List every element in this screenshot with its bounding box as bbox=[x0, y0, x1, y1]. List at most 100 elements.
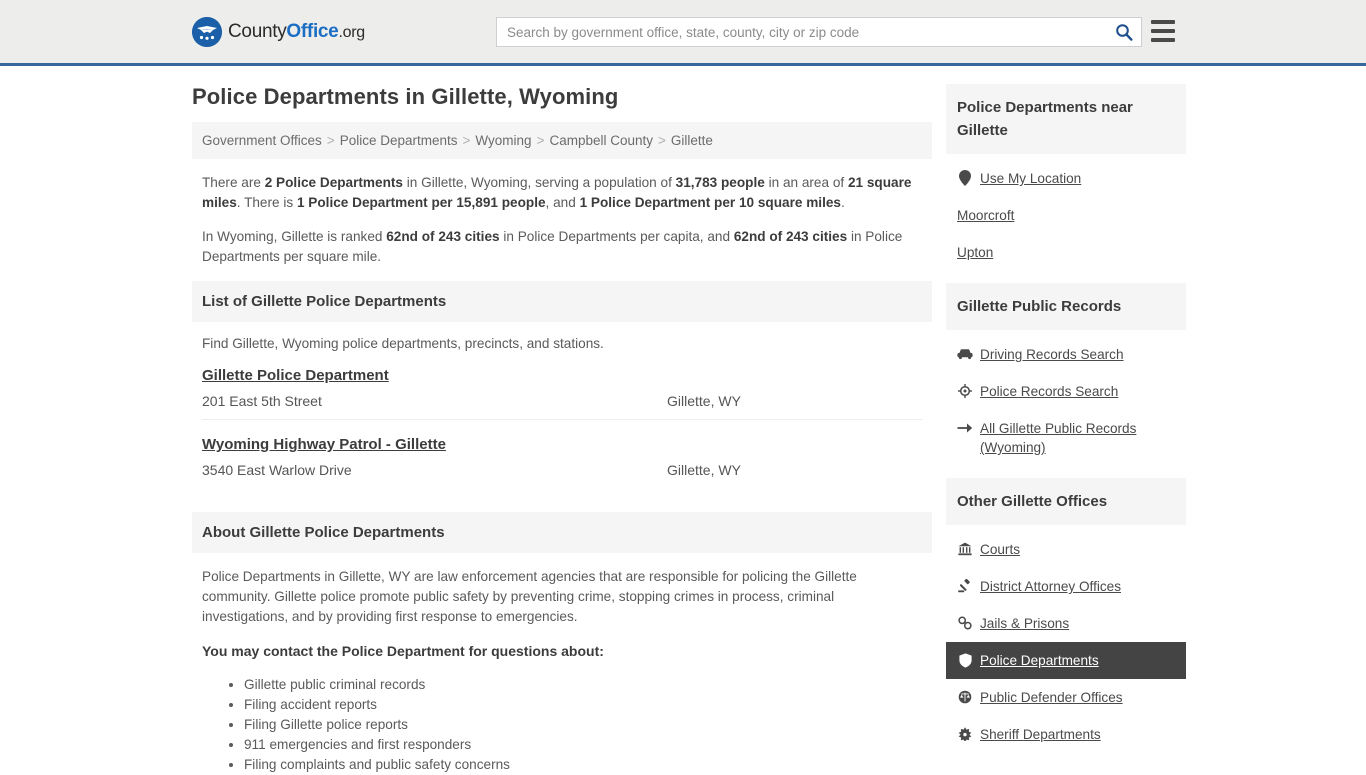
about-section-heading: About Gillette Police Departments bbox=[192, 512, 932, 553]
hamburger-menu-icon[interactable] bbox=[1151, 20, 1175, 42]
sidebar-link-sheriff-departments[interactable]: Sheriff Departments bbox=[946, 716, 1186, 753]
sidebar-link-label: All Gillette Public Records (Wyoming) bbox=[980, 421, 1137, 455]
about-bullet-item: Filing accident reports bbox=[244, 695, 922, 715]
stat-text: in an area of bbox=[764, 175, 848, 190]
breadcrumb-item-3[interactable]: Wyoming bbox=[475, 133, 531, 148]
police-department-list: Gillette Police Department 201 East 5th S… bbox=[192, 351, 932, 488]
handcuffs-icon bbox=[957, 614, 973, 632]
stat-highlight: 2 Police Departments bbox=[264, 175, 403, 190]
panel-public-records-links: Driving Records Search Police Records Sea… bbox=[946, 330, 1186, 472]
breadcrumb-item-2[interactable]: Police Departments bbox=[340, 133, 458, 148]
list-item-details: 3540 East Warlow Drive Gillette, WY bbox=[202, 462, 922, 478]
main-content: Police Departments in Gillette, Wyoming … bbox=[192, 84, 932, 775]
sidebar-link-upton[interactable]: Upton bbox=[946, 234, 1186, 271]
sidebar-link-public-defender-offices[interactable]: Public Defender Offices bbox=[946, 679, 1186, 716]
list-item-address: 201 East 5th Street bbox=[202, 393, 322, 409]
list-item-name-link[interactable]: Gillette Police Department bbox=[202, 367, 389, 384]
sidebar-link-district-attorney-offices[interactable]: District Attorney Offices bbox=[946, 568, 1186, 605]
sidebar-link-driving-records-search[interactable]: Driving Records Search bbox=[946, 336, 1186, 373]
stat-highlight: 62nd of 243 cities bbox=[733, 229, 848, 244]
panel-public-records-heading: Gillette Public Records bbox=[946, 283, 1186, 330]
gavel-icon bbox=[957, 577, 973, 595]
sidebar-link-label: Upton bbox=[957, 245, 994, 260]
stat-text: , and bbox=[545, 195, 580, 210]
sidebar-link-use-my-location[interactable]: Use My Location bbox=[946, 160, 1186, 197]
search-bar[interactable] bbox=[496, 17, 1142, 47]
stat-text: in Police Departments per capita, and bbox=[499, 229, 734, 244]
panel-other-offices-heading: Other Gillette Offices bbox=[946, 478, 1186, 525]
page-title: Police Departments in Gillette, Wyoming bbox=[192, 84, 619, 109]
sidebar-link-label: Police Departments bbox=[980, 653, 1099, 668]
stat-highlight: 31,783 people bbox=[675, 175, 765, 190]
sidebar-link-moorcroft[interactable]: Moorcroft bbox=[946, 197, 1186, 234]
list-item-address: 3540 East Warlow Drive bbox=[202, 462, 352, 478]
site-logo[interactable]: CountyOffice.org bbox=[192, 16, 365, 47]
breadcrumb-item-5[interactable]: Gillette bbox=[671, 133, 713, 148]
panel-nearby: Police Departments near Gillette Use My … bbox=[946, 84, 1186, 277]
stat-highlight: 1 Police Department per 10 square miles bbox=[579, 195, 841, 210]
about-contact-heading: You may contact the Police Department fo… bbox=[202, 643, 604, 659]
sidebar-link-label: Sheriff Departments bbox=[980, 727, 1101, 742]
about-bullet-item: Filing complaints and public safety conc… bbox=[244, 755, 922, 775]
statistics-section: There are 2 Police Departments in Gillet… bbox=[192, 159, 932, 267]
site-header: CountyOffice.org bbox=[0, 0, 1366, 66]
breadcrumb-separator: > bbox=[326, 133, 335, 148]
panel-other-offices: Other Gillette Offices Courts District At… bbox=[946, 478, 1186, 759]
list-section-heading: List of Gillette Police Departments bbox=[192, 281, 932, 322]
statistics-paragraph-1: There are 2 Police Departments in Gillet… bbox=[202, 173, 922, 213]
sidebar: Police Departments near Gillette Use My … bbox=[946, 84, 1186, 775]
car-icon bbox=[957, 345, 973, 363]
about-paragraph: Police Departments in Gillette, WY are l… bbox=[202, 569, 857, 624]
sidebar-link-jails-prisons[interactable]: Jails & Prisons bbox=[946, 605, 1186, 642]
logo-text-county: County bbox=[228, 20, 287, 42]
sheriff-star-icon bbox=[957, 725, 973, 743]
police-badge-icon bbox=[957, 382, 973, 400]
search-input[interactable] bbox=[497, 18, 1107, 46]
sidebar-link-all-gillette-public-records-wyoming[interactable]: All Gillette Public Records (Wyoming) bbox=[946, 410, 1186, 466]
about-bullet-item: 911 emergencies and first responders bbox=[244, 735, 922, 755]
breadcrumb-separator: > bbox=[536, 133, 545, 148]
shield-icon bbox=[957, 651, 973, 669]
breadcrumb-separator: > bbox=[462, 133, 471, 148]
breadcrumb-item-4[interactable]: Campbell County bbox=[549, 133, 653, 148]
breadcrumb-item-1[interactable]: Government Offices bbox=[202, 133, 322, 148]
about-bullet-list: Gillette public criminal recordsFiling a… bbox=[202, 675, 922, 775]
about-bullet-item: Gillette public criminal records bbox=[244, 675, 922, 695]
sidebar-link-label: Courts bbox=[980, 542, 1021, 557]
list-item-city: Gillette, WY bbox=[667, 393, 741, 409]
list-item-name-link[interactable]: Wyoming Highway Patrol - Gillette bbox=[202, 436, 446, 453]
logo-text-office: Office bbox=[286, 20, 339, 42]
arrow-right-icon bbox=[957, 419, 973, 437]
sidebar-link-label: Jails & Prisons bbox=[980, 616, 1070, 631]
list-item: Gillette Police Department 201 East 5th S… bbox=[202, 351, 922, 420]
scales-icon bbox=[957, 688, 973, 706]
sidebar-link-label: Police Records Search bbox=[980, 384, 1119, 399]
eagle-shield-logo-icon bbox=[192, 16, 222, 47]
map-pin-icon bbox=[957, 169, 973, 187]
sidebar-link-police-departments[interactable]: Police Departments bbox=[946, 642, 1186, 679]
search-button[interactable] bbox=[1107, 18, 1141, 46]
stat-highlight: 62nd of 243 cities bbox=[386, 229, 500, 244]
search-icon bbox=[1115, 23, 1133, 41]
sidebar-link-courts[interactable]: Courts bbox=[946, 531, 1186, 568]
breadcrumb: Government Offices > Police Departments > Wy… bbox=[192, 122, 932, 159]
list-item: Wyoming Highway Patrol - Gillette 3540 Ea… bbox=[202, 420, 922, 488]
sidebar-link-label: Public Defender Offices bbox=[980, 690, 1123, 705]
about-bullet-item: Filing Gillette police reports bbox=[244, 715, 922, 735]
logo-wordmark: CountyOffice.org bbox=[228, 21, 365, 43]
sidebar-link-label: Moorcroft bbox=[957, 208, 1015, 223]
courthouse-icon bbox=[957, 540, 973, 558]
logo-text-org: .org bbox=[338, 23, 365, 41]
panel-other-offices-links: Courts District Attorney Offices Jails & P… bbox=[946, 525, 1186, 759]
stat-text: in Gillette, Wyoming, serving a populati… bbox=[402, 175, 676, 190]
list-item-city: Gillette, WY bbox=[667, 462, 741, 478]
list-section-subtitle: Find Gillette, Wyoming police department… bbox=[202, 336, 604, 351]
stat-text: In Wyoming, Gillette is ranked bbox=[202, 229, 387, 244]
about-section: Police Departments in Gillette, WY are l… bbox=[192, 553, 932, 775]
sidebar-link-label: District Attorney Offices bbox=[980, 579, 1122, 594]
sidebar-link-police-records-search[interactable]: Police Records Search bbox=[946, 373, 1186, 410]
stat-text: There are bbox=[202, 175, 265, 190]
list-item-details: 201 East 5th Street Gillette, WY bbox=[202, 393, 922, 409]
panel-public-records: Gillette Public Records Driving Records … bbox=[946, 283, 1186, 472]
stat-text: . There is bbox=[236, 195, 297, 210]
